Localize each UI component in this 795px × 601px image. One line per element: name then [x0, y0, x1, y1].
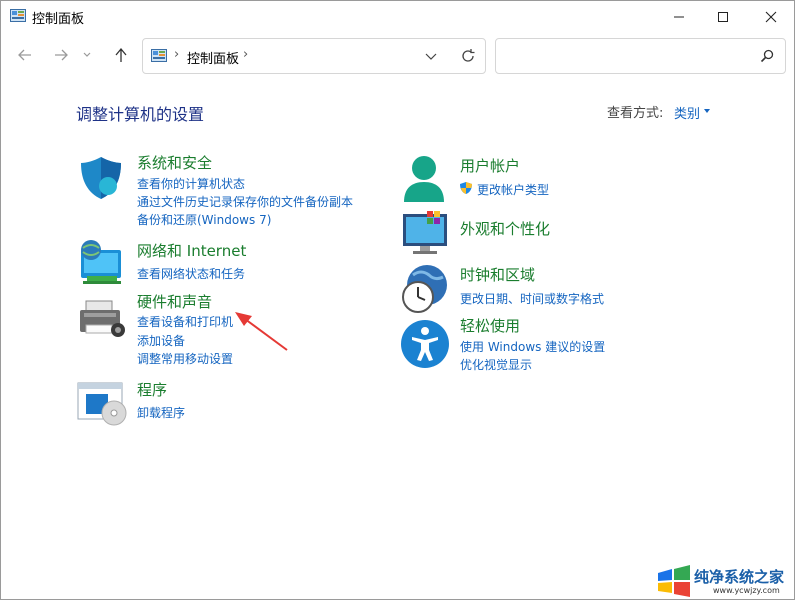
- category-title-security[interactable]: 系统和安全: [137, 152, 212, 173]
- category-title-hardware[interactable]: 硬件和声音: [137, 291, 212, 312]
- control-panel-icon: [151, 49, 167, 62]
- breadcrumb-control-panel[interactable]: 控制面板: [187, 48, 239, 67]
- clock-globe-icon[interactable]: [399, 263, 451, 315]
- printer-icon[interactable]: [78, 299, 128, 343]
- category-title-programs[interactable]: 程序: [137, 379, 167, 400]
- category-title-clock[interactable]: 时钟和区域: [460, 264, 535, 285]
- link-devices-printers[interactable]: 查看设备和打印机: [137, 313, 233, 330]
- link-date-time-format[interactable]: 更改日期、时间或数字格式: [460, 290, 604, 307]
- link-change-account-type[interactable]: 更改帐户类型: [477, 181, 549, 198]
- control-panel-window: 控制面板 › 控制面板 › 调整计算机的设置 查看方式: 类别 系统和安全 查看…: [0, 0, 795, 600]
- address-bar[interactable]: › 控制面板 ›: [142, 38, 486, 74]
- forward-button[interactable]: [49, 43, 73, 67]
- link-file-history[interactable]: 通过文件历史记录保存你的文件备份副本: [137, 193, 353, 210]
- link-network-status[interactable]: 查看网络状态和任务: [137, 265, 245, 282]
- search-box[interactable]: [495, 38, 786, 74]
- monitor-icon[interactable]: [401, 210, 449, 256]
- breadcrumb-separator[interactable]: ›: [243, 47, 248, 62]
- close-button[interactable]: [748, 1, 794, 33]
- recent-locations-button[interactable]: [79, 43, 95, 67]
- refresh-icon[interactable]: [459, 47, 477, 65]
- maximize-icon: [718, 12, 728, 22]
- close-icon: [765, 11, 777, 23]
- chevron-down-icon: [83, 52, 91, 57]
- category-title-appearance[interactable]: 外观和个性化: [460, 218, 550, 239]
- programs-icon[interactable]: [76, 381, 128, 427]
- view-by-caret-icon[interactable]: [704, 109, 710, 113]
- up-button[interactable]: [109, 43, 133, 67]
- accessibility-icon[interactable]: [400, 319, 450, 369]
- control-panel-icon: [10, 9, 26, 22]
- maximize-button[interactable]: [700, 1, 746, 33]
- minimize-icon: [674, 16, 684, 18]
- user-icon[interactable]: [400, 154, 448, 204]
- address-dropdown-icon[interactable]: [423, 48, 439, 64]
- view-by-dropdown[interactable]: 类别: [674, 103, 700, 122]
- shield-icon[interactable]: [78, 155, 124, 201]
- breadcrumb-separator: ›: [174, 47, 180, 62]
- back-button[interactable]: [13, 43, 37, 67]
- view-by-label: 查看方式:: [607, 106, 664, 121]
- search-input[interactable]: [502, 45, 746, 67]
- back-arrow-icon: [18, 49, 31, 61]
- window-title: 控制面板: [32, 12, 85, 27]
- link-backup-restore[interactable]: 备份和还原(Windows 7): [137, 211, 271, 228]
- page-title: 调整计算机的设置: [76, 105, 205, 124]
- category-title-ease[interactable]: 轻松使用: [460, 315, 520, 336]
- category-title-accounts[interactable]: 用户帐户: [460, 155, 520, 176]
- search-icon: [760, 49, 774, 63]
- forward-arrow-icon: [55, 49, 68, 61]
- uac-shield-icon: [460, 182, 472, 194]
- network-icon[interactable]: [77, 238, 125, 286]
- minimize-button[interactable]: [656, 1, 702, 33]
- category-title-network[interactable]: 网络和 Internet: [137, 240, 246, 261]
- link-add-device[interactable]: 添加设备: [137, 332, 185, 349]
- link-view-computer-status[interactable]: 查看你的计算机状态: [137, 175, 245, 192]
- watermark-url: www.ycwjzy.com: [713, 586, 780, 595]
- link-uninstall-program[interactable]: 卸载程序: [137, 404, 185, 421]
- watermark-text: 纯净系统之家: [694, 568, 785, 586]
- title-bar[interactable]: 控制面板: [1, 1, 794, 33]
- link-recommended-settings[interactable]: 使用 Windows 建议的设置: [460, 338, 605, 355]
- up-arrow-icon: [115, 47, 127, 62]
- link-optimize-display[interactable]: 优化视觉显示: [460, 356, 532, 373]
- link-mobility-settings[interactable]: 调整常用移动设置: [137, 350, 233, 367]
